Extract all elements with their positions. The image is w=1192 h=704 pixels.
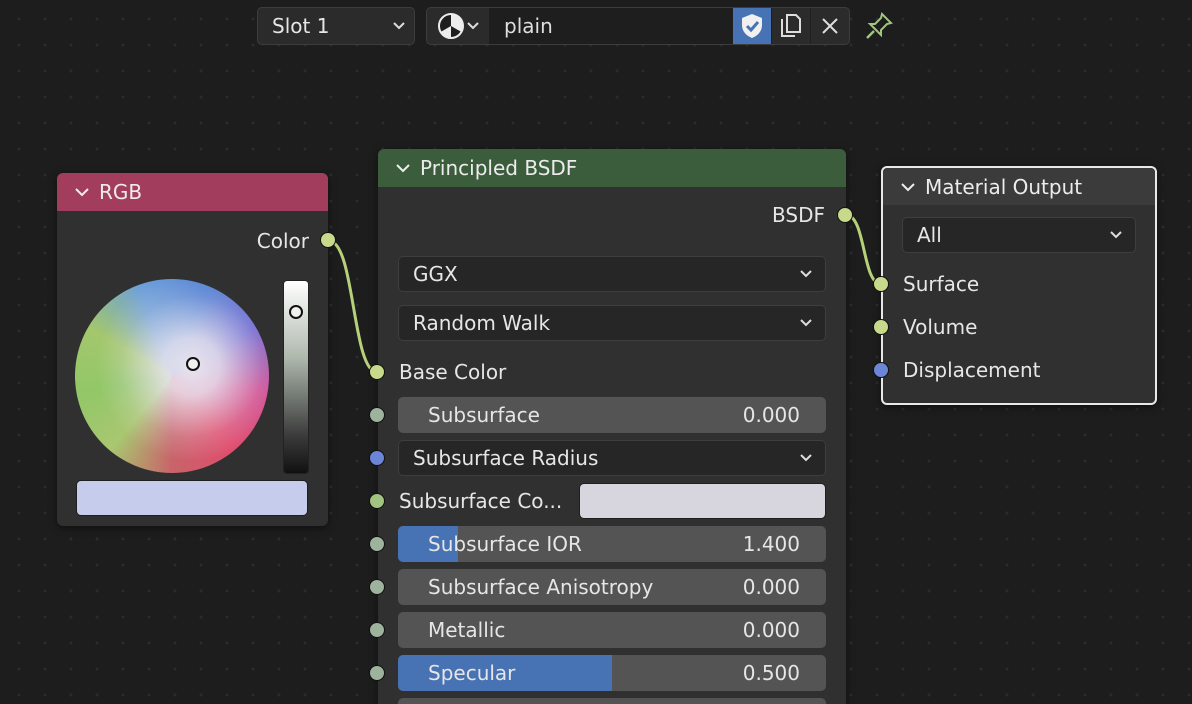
value-slider[interactable]: [283, 280, 309, 474]
bsdf-output-row: BSDF: [378, 197, 846, 233]
output-node-header[interactable]: Material Output: [883, 168, 1155, 205]
chevron-down-icon[interactable]: [75, 185, 89, 199]
subsurface-radius-dropdown[interactable]: Subsurface Radius: [398, 440, 826, 476]
chevron-down-icon: [800, 319, 812, 327]
shield-icon: [742, 14, 762, 38]
rgb-node[interactable]: RGB Color: [57, 173, 336, 526]
metallic-field[interactable]: Metallic 0.000: [398, 612, 826, 648]
specular-socket[interactable]: [369, 665, 385, 681]
rgb-output-label: Color: [256, 229, 309, 253]
subsurface-anisotropy-value: 0.000: [742, 575, 800, 599]
subsurface-field[interactable]: Subsurface 0.000: [398, 397, 826, 433]
subsurface-anisotropy-socket[interactable]: [369, 579, 385, 595]
subsurface-color-swatch[interactable]: [579, 483, 826, 519]
chevron-down-icon: [393, 22, 405, 30]
material-name: plain: [504, 14, 553, 38]
chevron-down-icon: [800, 454, 812, 462]
subsurface-color-socket[interactable]: [369, 493, 385, 509]
surface-input-socket[interactable]: [873, 276, 889, 292]
chevron-down-icon: [467, 22, 479, 30]
output-node-title: Material Output: [925, 174, 1083, 199]
link-rgb-to-base-color: [328, 239, 378, 374]
bsdf-output-label: BSDF: [772, 203, 825, 227]
material-sphere-icon: [438, 13, 464, 39]
browse-material-button[interactable]: [427, 8, 490, 44]
metallic-socket[interactable]: [369, 622, 385, 638]
subsurface-method-value: Random Walk: [413, 311, 551, 335]
bsdf-output-socket[interactable]: [837, 207, 853, 223]
subsurface-label: Subsurface: [428, 403, 540, 427]
next-field-partial[interactable]: [398, 698, 826, 704]
material-output-node[interactable]: Material Output All Surface Volume Displ…: [873, 166, 1157, 405]
specular-label: Specular: [428, 661, 516, 685]
color-wheel-saturation: [75, 279, 269, 473]
principled-bsdf-node[interactable]: Principled BSDF BSDF GGX Random Walk Bas…: [369, 149, 853, 704]
pin-icon: [866, 12, 893, 39]
close-icon: [822, 18, 838, 34]
pin-button[interactable]: [862, 9, 896, 43]
subsurface-socket[interactable]: [369, 407, 385, 423]
link-bsdf-to-surface: [845, 213, 882, 286]
metallic-value: 0.000: [742, 618, 800, 642]
rgb-color-swatch[interactable]: [76, 480, 308, 516]
base-color-socket[interactable]: [369, 364, 385, 380]
specular-value: 0.500: [742, 661, 800, 685]
displacement-input-label: Displacement: [903, 358, 1041, 382]
output-target-value: All: [917, 223, 942, 247]
subsurface-radius-label: Subsurface Radius: [413, 446, 599, 470]
metallic-label: Metallic: [428, 618, 506, 642]
specular-field[interactable]: Specular 0.500: [398, 655, 826, 691]
displacement-input-socket[interactable]: [873, 362, 889, 378]
subsurface-ior-label: Subsurface IOR: [428, 532, 582, 556]
output-target-dropdown[interactable]: All: [902, 217, 1136, 253]
subsurface-ior-value: 1.400: [742, 532, 800, 556]
chevron-down-icon[interactable]: [901, 180, 915, 194]
fake-user-button[interactable]: [732, 8, 771, 44]
distribution-dropdown[interactable]: GGX: [398, 256, 826, 292]
duplicate-material-button[interactable]: [771, 8, 810, 44]
unlink-material-button[interactable]: [810, 8, 849, 44]
rgb-color-output-socket[interactable]: [320, 232, 336, 248]
base-color-label: Base Color: [399, 360, 507, 384]
volume-input-socket[interactable]: [873, 319, 889, 335]
rgb-output-row: Color: [57, 221, 328, 261]
subsurface-color-label: Subsurface Co...: [399, 489, 563, 513]
subsurface-anisotropy-label: Subsurface Anisotropy: [428, 575, 654, 599]
slot-dropdown[interactable]: Slot 1: [257, 7, 415, 45]
color-wheel-cursor[interactable]: [186, 357, 200, 371]
bsdf-node-header[interactable]: Principled BSDF: [378, 149, 846, 187]
value-slider-cursor[interactable]: [289, 305, 303, 319]
chevron-down-icon: [1110, 231, 1122, 239]
slot-label: Slot 1: [272, 14, 330, 38]
subsurface-ior-socket[interactable]: [369, 536, 385, 552]
surface-input-label: Surface: [903, 272, 980, 296]
material-selector: plain: [426, 7, 850, 45]
subsurface-ior-field[interactable]: Subsurface IOR 1.400: [398, 526, 826, 562]
duplicate-icon: [781, 14, 801, 37]
material-name-field[interactable]: plain: [490, 8, 732, 44]
subsurface-anisotropy-field[interactable]: Subsurface Anisotropy 0.000: [398, 569, 826, 605]
subsurface-method-dropdown[interactable]: Random Walk: [398, 305, 826, 341]
chevron-down-icon: [800, 270, 812, 278]
rgb-node-title: RGB: [99, 180, 143, 204]
distribution-value: GGX: [413, 262, 458, 286]
chevron-down-icon[interactable]: [396, 161, 410, 175]
volume-input-label: Volume: [903, 315, 978, 339]
subsurface-radius-socket[interactable]: [369, 450, 385, 466]
rgb-node-header[interactable]: RGB: [57, 173, 328, 211]
subsurface-value: 0.000: [742, 403, 800, 427]
bsdf-node-title: Principled BSDF: [420, 156, 578, 180]
color-wheel[interactable]: [75, 279, 269, 473]
